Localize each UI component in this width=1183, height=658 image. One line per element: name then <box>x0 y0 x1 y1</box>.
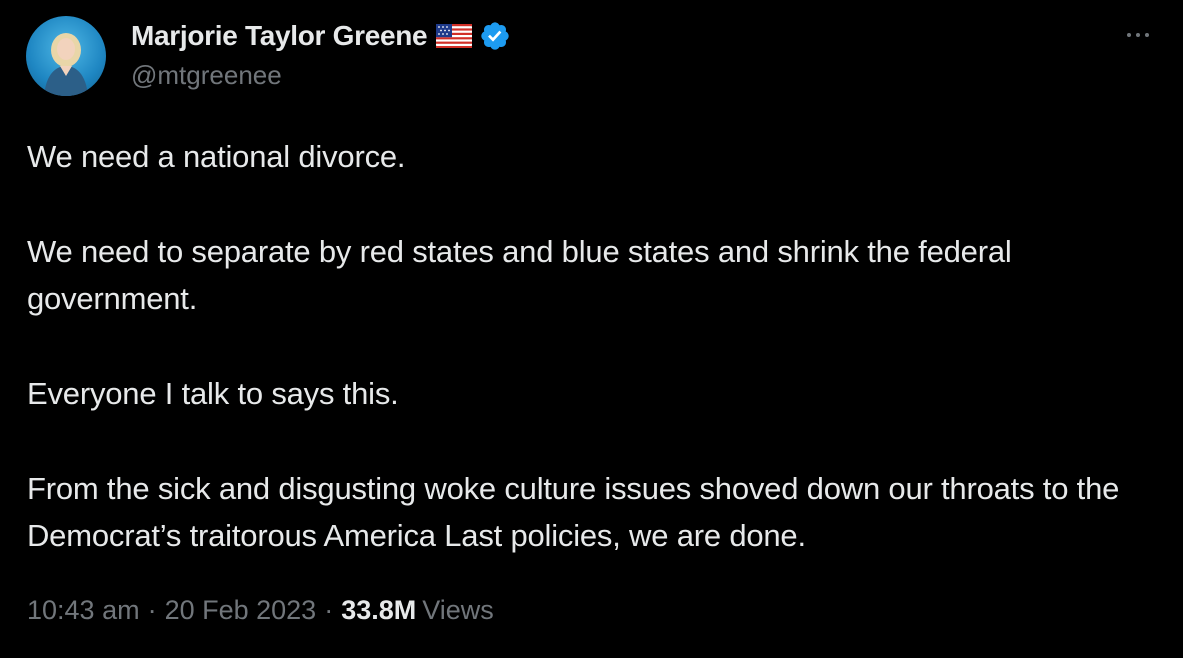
verified-badge-icon[interactable] <box>479 20 511 52</box>
tweet-date[interactable]: 20 Feb 2023 <box>165 595 317 625</box>
name-row: Marjorie Taylor Greene <box>131 18 511 54</box>
avatar[interactable] <box>26 16 106 96</box>
meta-separator: · <box>147 595 157 625</box>
us-flag-icon <box>436 24 473 48</box>
avatar-image <box>44 33 88 96</box>
tweet-time[interactable]: 10:43 am <box>27 595 140 625</box>
meta-separator: · <box>324 595 334 625</box>
tweet-paragraph: We need to separate by red states and bl… <box>27 234 1012 316</box>
more-dot-icon <box>1127 33 1131 37</box>
display-name[interactable]: Marjorie Taylor Greene <box>131 20 428 52</box>
handle[interactable]: @mtgreenee <box>131 60 511 91</box>
views-count: 33.8M <box>341 595 417 625</box>
tweet-paragraph: From the sick and disgusting woke cultur… <box>27 471 1120 553</box>
tweet-paragraph: We need a national divorce. <box>27 139 406 174</box>
tweet-card: Marjorie Taylor Greene @mtgreenee We nee… <box>0 0 1183 658</box>
author-block: Marjorie Taylor Greene @mtgreenee <box>131 18 511 91</box>
more-options-button[interactable] <box>1118 20 1158 50</box>
more-dot-icon <box>1136 33 1140 37</box>
views-label: Views <box>422 595 494 625</box>
tweet-paragraph: Everyone I talk to says this. <box>27 376 399 411</box>
more-dot-icon <box>1145 33 1149 37</box>
tweet-text: We need a national divorce. We need to s… <box>27 133 1167 559</box>
tweet-meta: 10:43 am · 20 Feb 2023 · 33.8M Views <box>27 595 494 626</box>
